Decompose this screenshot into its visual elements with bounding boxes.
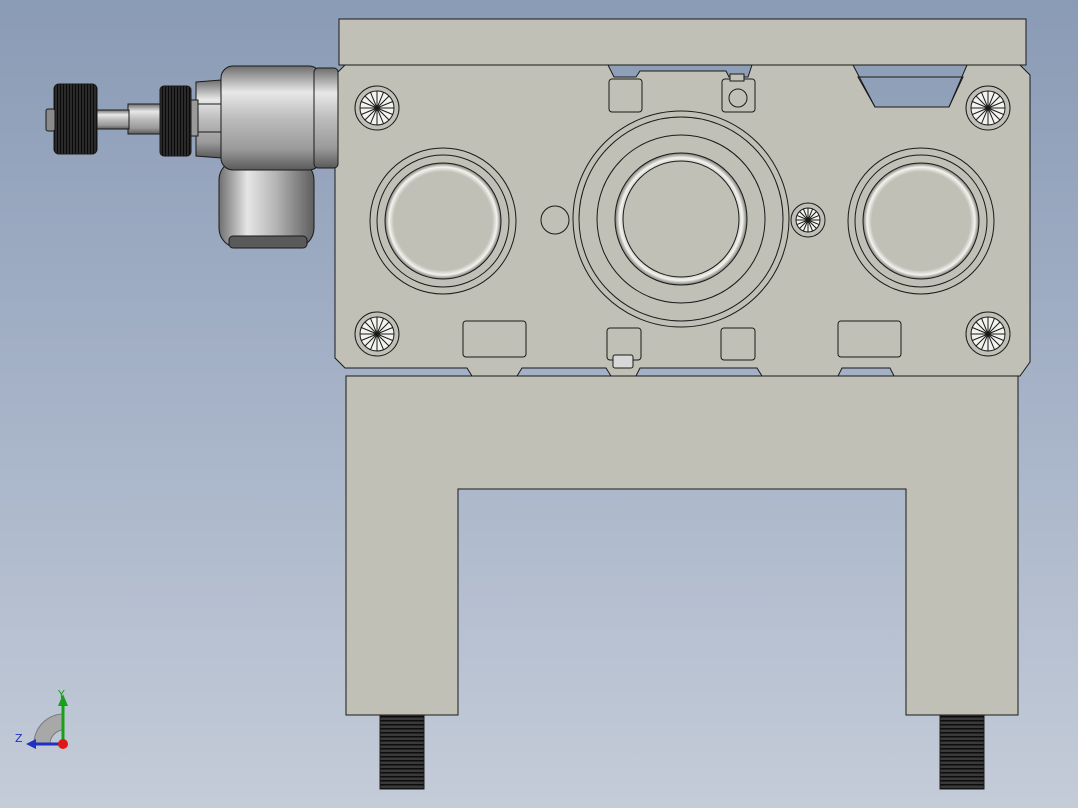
elbow-fitting [195,65,339,249]
cad-model-view[interactable] [0,0,1078,808]
cad-viewport[interactable]: Y Z [0,0,1078,808]
screw-center-small [790,202,826,238]
screw-bottom-left [354,311,400,357]
top-back-plate [338,18,1027,66]
screw-top-right [965,85,1011,131]
z-axis-label: Z [15,732,23,745]
x-axis-dot [58,739,68,749]
locating-hole [540,205,570,235]
port-left [369,147,517,295]
y-axis-label: Y [58,688,65,701]
top-chamfer-detail [857,76,964,108]
flow-control-needle [45,83,199,157]
threaded-stud-right [939,714,985,790]
bottom-pocket-3 [720,327,756,361]
screw-bottom-right [965,311,1011,357]
bottom-set-screw [612,354,634,369]
top-pocket-left [608,78,643,113]
port-right [847,147,995,295]
triad-arc [33,713,65,745]
u-bracket [345,375,1019,716]
threaded-stud-left [379,714,425,790]
top-pin [728,88,748,108]
bottom-pocket-1 [462,320,527,358]
bottom-pocket-4 [837,320,902,358]
screw-top-left [354,85,400,131]
port-center [572,110,790,328]
